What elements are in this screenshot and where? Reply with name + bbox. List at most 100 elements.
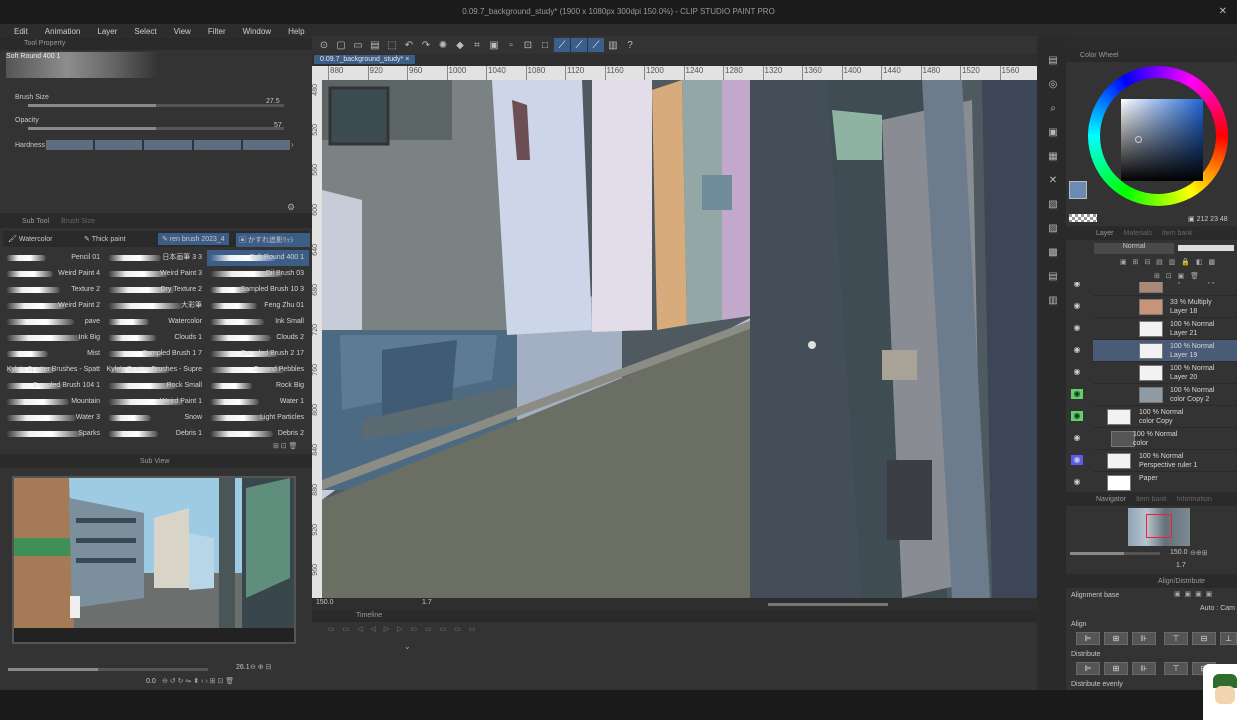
layer-row[interactable]: ◉ 100 % Normal Layer 20 (1074, 362, 1237, 384)
timeline-tab[interactable]: Timeline (356, 610, 382, 622)
brush-item[interactable]: Weird Paint 1 (105, 394, 207, 410)
information-tab[interactable]: Information (1177, 494, 1212, 506)
layer-row[interactable]: ◉ 100 % Normal color Copy 2 (1071, 384, 1237, 406)
layer-row[interactable]: ◉ Paper (1074, 472, 1237, 492)
hardness-selector[interactable] (46, 140, 291, 150)
eye-icon[interactable]: ◉ (1071, 282, 1083, 289)
brush-size-tab[interactable]: Brush Size (61, 216, 95, 228)
distribute-top-button[interactable]: ⊤ (1164, 662, 1188, 675)
target-icon[interactable]: ⊙ (316, 38, 332, 52)
timeline-controls[interactable]: ▭ ▭ ◁ ◁ ▷ ▷ ▭ ▭ ▭ ▭ ▭ (328, 625, 478, 633)
menu-help[interactable]: Help (288, 27, 304, 36)
eye-icon[interactable]: ◉ (1071, 389, 1083, 399)
brush-item[interactable]: Water 1 (207, 394, 309, 410)
brush-item[interactable]: Ground Pebbles (207, 362, 309, 378)
export-icon[interactable]: ⬚ (384, 38, 400, 52)
eye-icon[interactable]: ◉ (1071, 301, 1083, 311)
group-thick-paint[interactable]: ✎ Thick paint (84, 235, 126, 243)
fill-icon[interactable]: ◆ (452, 38, 468, 52)
vertical-ruler[interactable]: 480 520 560 600 640 680 720 760 800 840 880 920 960 (312, 66, 322, 598)
brush-item[interactable]: Pencil 01 (3, 250, 105, 266)
grid-icon[interactable]: ▥ (605, 38, 621, 52)
settings-icon[interactable]: ⚙ (287, 202, 295, 213)
subtool-tab[interactable]: Sub Tool (22, 216, 49, 228)
brush-item[interactable]: pave (3, 314, 105, 330)
history-icon[interactable]: ▦ (1045, 150, 1061, 164)
menu-view[interactable]: View (174, 27, 191, 36)
brush-item[interactable]: Clouds 2 (207, 330, 309, 346)
eye-icon[interactable]: ◉ (1071, 411, 1083, 421)
subview-zoom-slider[interactable] (8, 668, 208, 671)
group-ren-brush[interactable]: ✎ ren brush 2023_4 (158, 233, 229, 245)
menu-animation[interactable]: Animation (45, 27, 81, 36)
eye-icon[interactable]: ◉ (1071, 323, 1083, 333)
eye-icon[interactable]: ◉ (1071, 367, 1083, 377)
crop-icon[interactable]: ⊡ (520, 38, 536, 52)
eye-icon[interactable]: ◉ (1071, 433, 1083, 443)
canvas-tab[interactable]: 0.09.7_background_study* × (314, 55, 416, 64)
layer-toolbar-2[interactable]: ⊞ ⊡ ▣ 🗑 (1154, 272, 1201, 280)
open-folder-icon[interactable]: ▭ (350, 38, 366, 52)
layer-row[interactable]: ◉ 33 % Multiply Layer 18 (1074, 296, 1237, 318)
subview-rotation-value[interactable]: 0.0 (146, 678, 156, 685)
alignment-base-buttons[interactable]: ▣ ▣ ▣ ▣ (1174, 590, 1213, 598)
align-center-button[interactable]: ⊞ (1104, 632, 1128, 645)
animation-icon[interactable]: ▤ (1045, 270, 1061, 284)
distribute-left-button[interactable]: ⊫ (1076, 662, 1100, 675)
brush-item[interactable]: Kyle's Spatter Brushes - Spatt (3, 362, 105, 378)
nav-itembank-tab[interactable]: Item bank (1136, 494, 1167, 506)
subview-zoom-buttons[interactable]: ⊖ ⊕ ⊟ (250, 663, 272, 671)
navigator-zoom-buttons[interactable]: ⊖⊕⊞ (1190, 549, 1208, 557)
main-color-swatch[interactable] (1069, 181, 1087, 199)
group-kasure[interactable]: ▣ かすれ追影ﾘｯｼ (236, 233, 310, 247)
brush-item[interactable]: Watercolor (105, 314, 207, 330)
auto-action-icon[interactable]: ▥ (1045, 294, 1061, 308)
brush-item[interactable]: Sparks (3, 426, 105, 442)
brush-item[interactable]: Clouds 1 (105, 330, 207, 346)
layer-property-icon[interactable]: ▧ (1045, 198, 1061, 212)
align-middle-button[interactable]: ⊟ (1192, 632, 1216, 645)
color-wheel-tab[interactable]: Color Wheel (1080, 50, 1119, 62)
brush-item[interactable]: Soft Round 400 1 (207, 250, 309, 266)
brush-item[interactable]: Oil Brush 03 (207, 266, 309, 282)
brush-item[interactable]: Sampled Brush 1 7 (105, 346, 207, 362)
new-file-icon[interactable]: ▢ (333, 38, 349, 52)
brush-item[interactable]: Light Particles (207, 410, 309, 426)
navigator-angle-value[interactable]: 1.7 (1176, 562, 1186, 569)
canvas-angle-value[interactable]: 1.7 (422, 599, 432, 606)
quick-access-icon[interactable]: ▨ (1045, 222, 1061, 236)
menu-select[interactable]: Select (134, 27, 156, 36)
horizontal-ruler[interactable]: 880 920 960 1000 1040 1080 1120 1160 1200 1240 128… (322, 66, 1037, 80)
group-watercolor[interactable]: 🖌 Watercolor (8, 235, 52, 243)
align-top-button[interactable]: ⊤ (1164, 632, 1188, 645)
search-icon[interactable]: ⌕ (1045, 102, 1061, 116)
canvas-zoom-value[interactable]: 150.0 (316, 599, 334, 606)
deselect-icon[interactable]: ▫ (503, 38, 519, 52)
brush-item[interactable]: Sampled Brush 104 1 (3, 378, 105, 394)
layer-toolbar[interactable]: ▣ ⊞ ⊟ ▤ ▥ 🔒 ◧ ▩ (1120, 258, 1217, 266)
brush-grid-actions[interactable]: ⊞ ⊡ 🗑 (273, 442, 298, 450)
brush-item[interactable]: Weird Paint 2 (3, 298, 105, 314)
brush-item[interactable]: Sampled Brush 10 3 (207, 282, 309, 298)
brush-item[interactable]: Snow (105, 410, 207, 426)
brush-item[interactable]: Rock Small (105, 378, 207, 394)
brush-size-slider[interactable] (28, 104, 284, 107)
layer-row[interactable]: ◉ 100 % Normal color (1074, 428, 1237, 450)
brush-item[interactable]: Dry Texture 2 (105, 282, 207, 298)
close-window-icon[interactable]: ✕ (1219, 0, 1227, 24)
navigator-preview[interactable] (1128, 508, 1190, 546)
eye-icon[interactable]: ◉ (1071, 477, 1083, 487)
layer-row[interactable]: ◉ 100 % Normal Perspective ruler 1 (1071, 450, 1237, 472)
select-all-icon[interactable]: ▣ (486, 38, 502, 52)
loading-icon[interactable]: ✺ (435, 38, 451, 52)
snap-special-ruler-icon[interactable]: ⟋ (571, 38, 587, 52)
brush-item[interactable]: Debris 1 (105, 426, 207, 442)
brush-item[interactable]: Water 3 (3, 410, 105, 426)
brush-item[interactable]: Weird Paint 3 (105, 266, 207, 282)
brush-item[interactable]: Rock Big (207, 378, 309, 394)
materials-tab[interactable]: Materials (1124, 228, 1152, 240)
camera-icon[interactable]: ▣ (1045, 126, 1061, 140)
help-icon[interactable]: ? (622, 38, 638, 52)
brush-item[interactable]: 日本画筆 3 3 (105, 250, 207, 266)
transform-icon[interactable]: ⌗ (469, 38, 485, 52)
